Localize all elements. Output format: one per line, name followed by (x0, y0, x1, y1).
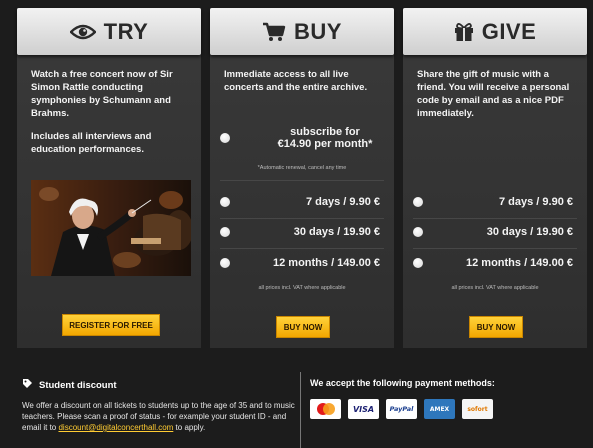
subscribe-price: €14.90 per month* (277, 138, 373, 150)
try-description: Watch a free concert now of Sir Simon Ra… (31, 68, 191, 156)
gift-icon (454, 22, 474, 42)
student-discount-section: Student discount We offer a discount on … (22, 378, 297, 433)
payment-logos: VISA PayPal AMEX sofort (310, 399, 580, 419)
divider (220, 248, 384, 249)
buy-header: BUY (210, 8, 394, 55)
give-column: GIVE Share the gift of music with a frie… (403, 8, 587, 348)
subscribe-line-1: subscribe for (290, 126, 360, 138)
give-option-12-months[interactable]: 12 months / 149.00 € (413, 257, 577, 269)
payment-methods-title: We accept the following payment methods: (310, 378, 495, 388)
discount-email-link[interactable]: discount@digitalconcerthall.com (58, 423, 173, 432)
eye-icon (69, 24, 96, 40)
give-radio-12-months[interactable] (413, 258, 423, 268)
try-desc-1: Watch a free concert now of Sir Simon Ra… (31, 69, 173, 119)
try-title: TRY (103, 18, 149, 44)
buy-option-label: 30 days / 19.90 € (293, 226, 380, 238)
conductor-orchestra-photo (31, 180, 191, 276)
give-title: GIVE (481, 18, 537, 44)
give-radio-30-days[interactable] (413, 227, 423, 237)
buy-option-label: 7 days / 9.90 € (306, 196, 380, 208)
vat-note: all prices incl. VAT where applicable (258, 285, 346, 291)
give-desc: Share the gift of music with a friend. Y… (417, 69, 570, 119)
paypal-logo: PayPal (386, 399, 417, 419)
subscribe-option[interactable]: subscribe for €14.90 per month* (220, 126, 384, 150)
vat-note: all prices incl. VAT where applicable (451, 285, 539, 291)
give-radio-7-days[interactable] (413, 197, 423, 207)
give-option-30-days[interactable]: 30 days / 19.90 € (413, 226, 577, 238)
give-buy-now-button[interactable]: BUY NOW (469, 316, 523, 338)
give-option-label: 12 months / 149.00 € (466, 257, 573, 269)
subscribe-radio[interactable] (220, 133, 230, 143)
visa-logo: VISA (348, 399, 379, 419)
divider (413, 218, 577, 219)
footer-divider (300, 372, 301, 448)
student-discount-heading: Student discount (22, 378, 297, 392)
shopping-cart-icon (262, 22, 286, 42)
sofort-logo: sofort (462, 399, 493, 419)
give-option-label: 7 days / 9.90 € (499, 196, 573, 208)
buy-radio-30-days[interactable] (220, 227, 230, 237)
buy-desc: Immediate access to all live concerts an… (224, 69, 368, 93)
amex-logo: AMEX (424, 399, 455, 419)
buy-radio-7-days[interactable] (220, 197, 230, 207)
give-option-label: 30 days / 19.90 € (486, 226, 573, 238)
give-option-7-days[interactable]: 7 days / 9.90 € (413, 196, 577, 208)
buy-option-12-months[interactable]: 12 months / 149.00 € (220, 257, 384, 269)
mastercard-logo (310, 399, 341, 419)
renewal-note: *Automatic renewal, cancel any time (257, 165, 347, 171)
buy-radio-12-months[interactable] (220, 258, 230, 268)
buy-option-7-days[interactable]: 7 days / 9.90 € (220, 196, 384, 208)
tag-icon (22, 378, 33, 392)
subscribe-label: subscribe for €14.90 per month* (230, 126, 384, 150)
try-column: TRY Watch a free concert now of Sir Simo… (17, 8, 201, 348)
student-discount-title: Student discount (39, 379, 117, 391)
give-header: GIVE (403, 8, 587, 55)
divider (220, 180, 384, 181)
give-description: Share the gift of music with a friend. Y… (417, 68, 577, 120)
divider (413, 248, 577, 249)
buy-now-button[interactable]: BUY NOW (276, 316, 330, 338)
buy-title: BUY (294, 18, 342, 44)
try-header: TRY (17, 8, 201, 55)
divider (220, 218, 384, 219)
student-discount-body-end: to apply. (175, 423, 206, 432)
buy-option-30-days[interactable]: 30 days / 19.90 € (220, 226, 384, 238)
buy-column: BUY Immediate access to all live concert… (210, 8, 394, 348)
buy-option-label: 12 months / 149.00 € (273, 257, 380, 269)
student-discount-text: We offer a discount on all tickets to st… (22, 400, 297, 433)
payment-methods-section: We accept the following payment methods:… (310, 378, 580, 419)
try-desc-2: Includes all interviews and education pe… (31, 131, 152, 155)
register-for-free-button[interactable]: REGISTER FOR FREE (62, 314, 160, 336)
buy-description: Immediate access to all live concerts an… (224, 68, 384, 94)
